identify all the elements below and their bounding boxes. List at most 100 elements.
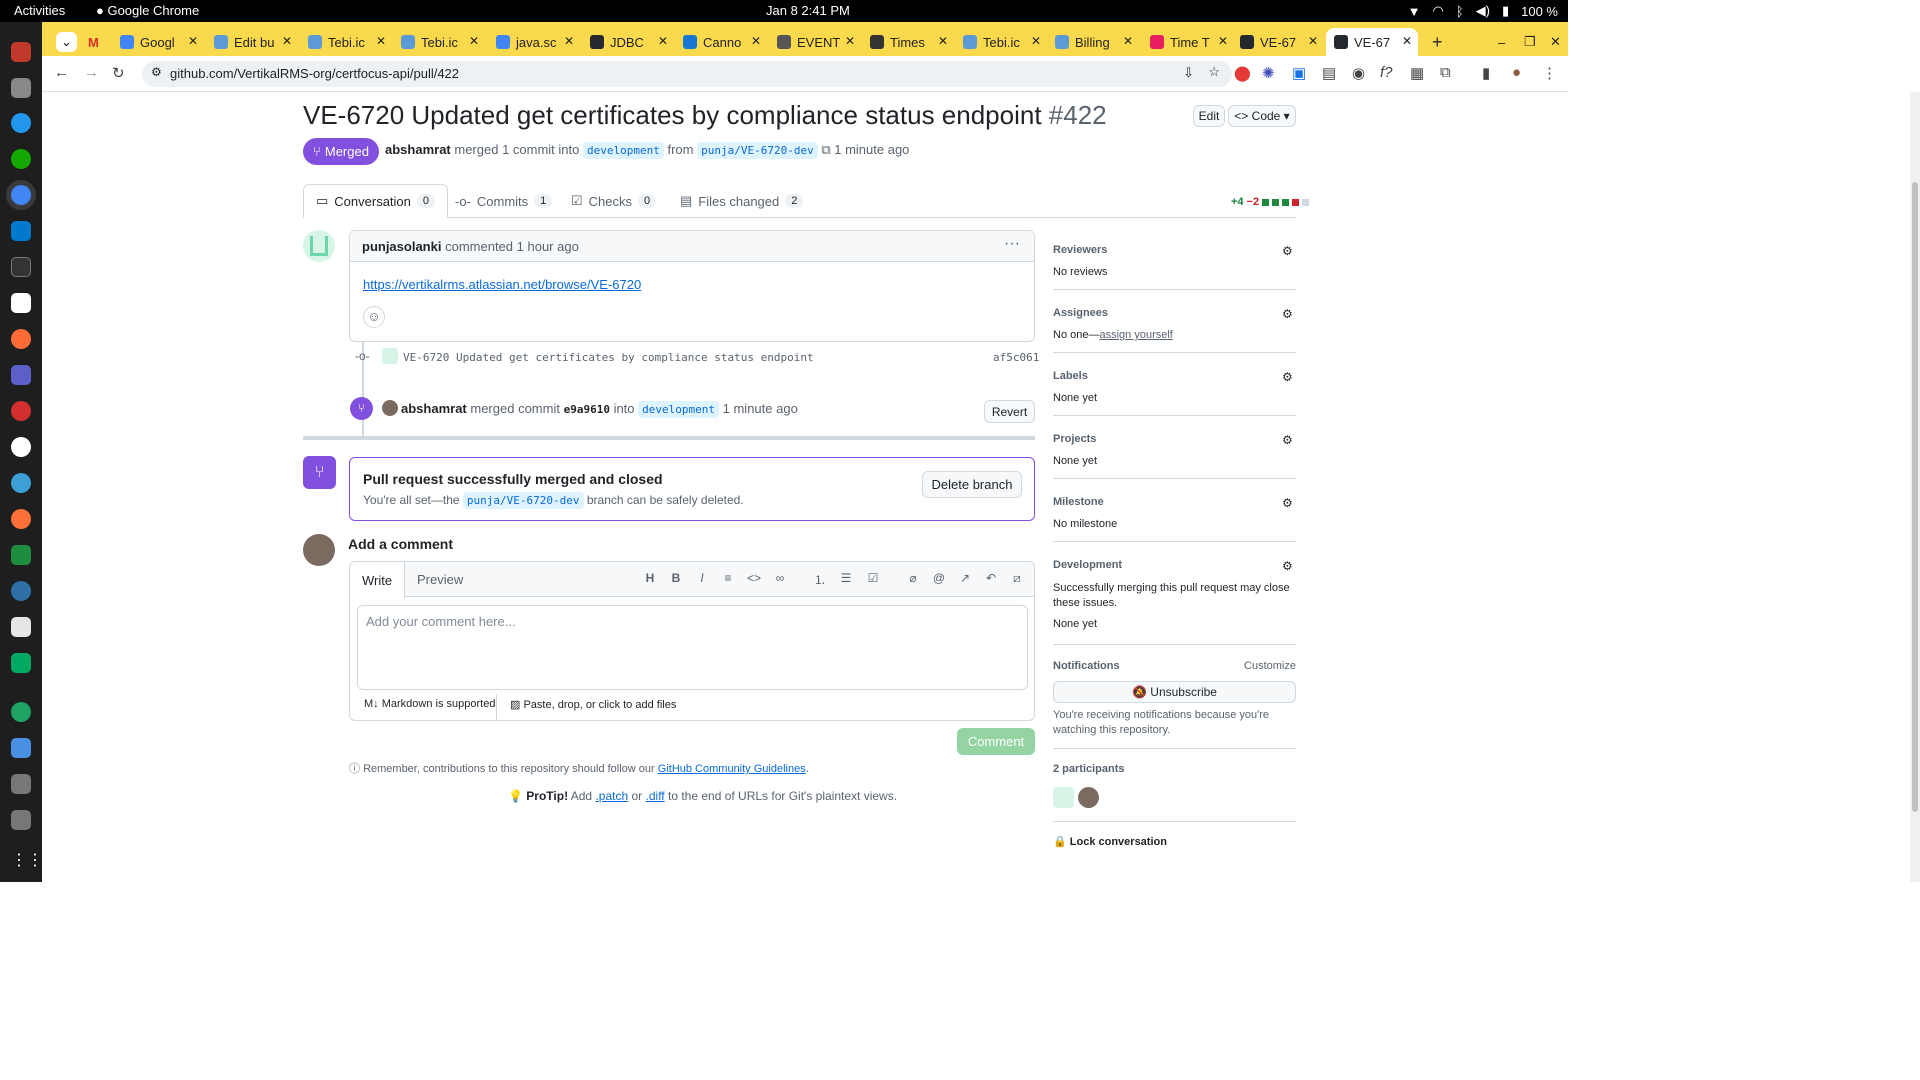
files-app-icon[interactable] <box>11 42 31 62</box>
activities-button[interactable]: Activities <box>14 3 65 18</box>
firefox-app-icon[interactable] <box>11 509 31 529</box>
scrollbar-thumb[interactable] <box>1912 182 1918 812</box>
comment-time[interactable]: 1 hour ago <box>517 239 579 254</box>
lock-conversation[interactable]: 🔒 Lock conversation <box>1053 835 1167 848</box>
code-icon[interactable]: <> <box>746 571 762 585</box>
app-icon-7[interactable] <box>11 738 31 758</box>
merge-commit-sha[interactable]: e9a9610 <box>564 403 610 416</box>
page-scrollbar[interactable] <box>1910 92 1920 882</box>
gear-icon[interactable]: ⚙ <box>1282 433 1296 447</box>
pr-merger-link[interactable]: abshamrat <box>385 142 451 157</box>
tab-checks[interactable]: ☑ Checks 0 <box>571 184 657 218</box>
markdown-note[interactable]: M↓ Markdown is supported <box>364 698 495 710</box>
tab-write[interactable]: Write <box>350 562 406 598</box>
text-editor-app-icon[interactable] <box>11 617 31 637</box>
quote-icon[interactable]: ≡ <box>720 571 736 585</box>
browser-tab[interactable]: Edit bu ✕ <box>206 28 298 56</box>
tab-search-button[interactable]: ⌄ <box>48 28 77 56</box>
head-branch[interactable]: punja/VE-6720-dev <box>697 142 818 159</box>
close-tab-icon[interactable]: ✕ <box>1031 34 1041 48</box>
reply-icon[interactable]: ↶ <box>983 571 999 585</box>
upwork-app-icon[interactable] <box>11 149 31 169</box>
close-tab-icon[interactable]: ✕ <box>282 34 292 48</box>
docker-app-icon[interactable] <box>11 113 31 133</box>
system-tray[interactable]: ▼ ◠ ᛒ ◀) ▮ 100 % <box>1408 3 1558 19</box>
diff-link[interactable]: .diff <box>646 789 665 803</box>
app-icon-2[interactable] <box>11 401 31 421</box>
commit-author-avatar[interactable] <box>382 348 398 364</box>
close-tab-icon[interactable]: ✕ <box>751 34 761 48</box>
extensions-puzzle-icon[interactable]: ⧉ <box>1440 64 1451 81</box>
chat-app-icon[interactable] <box>11 653 31 673</box>
active-app-name[interactable]: ● Google Chrome <box>96 3 199 18</box>
comment-textarea[interactable]: Add your comment here... <box>357 605 1028 690</box>
tab-commits[interactable]: -o- Commits 1 <box>455 184 553 218</box>
close-tab-icon[interactable]: ✕ <box>1123 34 1133 48</box>
install-app-icon[interactable]: ⇩ <box>1183 65 1194 81</box>
browser-tab[interactable]: java.sc ✕ <box>488 28 580 56</box>
close-tab-icon[interactable]: ✕ <box>376 34 386 48</box>
merge-event-author[interactable]: abshamrat <box>401 401 467 416</box>
patch-link[interactable]: .patch <box>595 789 628 803</box>
labels-label[interactable]: Labels <box>1053 370 1088 382</box>
close-tab-icon[interactable]: ✕ <box>1218 34 1228 48</box>
browser-tab[interactable]: VE-67 ✕ <box>1326 28 1418 56</box>
formula-extension-icon[interactable]: f? <box>1380 64 1393 81</box>
guidelines-link[interactable]: GitHub Community Guidelines <box>658 763 806 775</box>
slash-command-icon[interactable]: ⧄ <box>1009 571 1025 586</box>
minimize-button[interactable]: – <box>1490 28 1508 56</box>
spreadsheet-app-icon[interactable] <box>11 545 31 565</box>
gear-icon[interactable]: ⚙ <box>1282 244 1296 258</box>
browser-tab[interactable]: Times ✕ <box>862 28 954 56</box>
close-tab-icon[interactable]: ✕ <box>658 34 668 48</box>
browser-tab[interactable]: Tebi.ic ✕ <box>393 28 485 56</box>
attach-files[interactable]: ▨ Paste, drop, or click to add files <box>510 698 676 711</box>
development-label[interactable]: Development <box>1053 559 1122 571</box>
browser-tab[interactable]: Billing ✕ <box>1047 28 1139 56</box>
tab-gmail[interactable]: M <box>80 28 102 56</box>
gear-icon[interactable]: ⚙ <box>1282 559 1296 573</box>
extension-icon-1[interactable]: ✺ <box>1262 64 1275 82</box>
current-user-avatar[interactable] <box>303 534 335 566</box>
forward-icon[interactable]: → <box>84 64 99 81</box>
browser-tab[interactable]: Googl ✕ <box>112 28 204 56</box>
site-info-icon[interactable]: ⚙ <box>151 65 162 79</box>
assign-yourself-link[interactable]: assign yourself <box>1099 329 1172 341</box>
extension-icon-3[interactable]: ▦ <box>1410 64 1424 82</box>
projects-label[interactable]: Projects <box>1053 433 1096 445</box>
browser-tab[interactable]: Tebi.ic ✕ <box>300 28 392 56</box>
merge-box-branch[interactable]: punja/VE-6720-dev <box>462 492 584 509</box>
add-reaction-icon[interactable]: ☺ <box>363 306 385 328</box>
reviewers-label[interactable]: Reviewers <box>1053 244 1107 256</box>
chrome-app-icon[interactable] <box>11 185 31 205</box>
side-panel-icon[interactable]: ▮ <box>1482 64 1490 82</box>
app-icon-3[interactable] <box>11 437 31 457</box>
gear-icon[interactable]: ⚙ <box>1282 496 1296 510</box>
tab-conversation[interactable]: ▭ Conversation 0 <box>303 184 449 218</box>
merge-event-time[interactable]: 1 minute ago <box>723 401 798 416</box>
assignees-label[interactable]: Assignees <box>1053 307 1108 319</box>
close-tab-icon[interactable]: ✕ <box>469 34 479 48</box>
bookmark-star-icon[interactable]: ☆ <box>1208 64 1220 80</box>
address-bar[interactable]: ⚙ github.com/VertikalRMS-org/certfocus-a… <box>142 61 1232 87</box>
browser-tab[interactable]: JDBC ✕ <box>582 28 674 56</box>
close-tab-icon[interactable]: ✕ <box>1402 34 1412 48</box>
gear-icon[interactable]: ⚙ <box>1282 307 1296 321</box>
unsubscribe-button[interactable]: 🔕 Unsubscribe <box>1053 681 1296 703</box>
browser-tab[interactable]: Canno ✕ <box>675 28 767 56</box>
customize-link[interactable]: Customize <box>1244 660 1296 672</box>
app-icon-6[interactable] <box>11 702 31 722</box>
unordered-list-icon[interactable]: ☰ <box>838 571 854 585</box>
settings-app-icon[interactable] <box>11 78 31 98</box>
revert-button[interactable]: Revert <box>984 400 1035 423</box>
close-tab-icon[interactable]: ✕ <box>845 34 855 48</box>
adblock-extension-icon[interactable]: ⬤ <box>1234 64 1251 82</box>
browser-tab[interactable]: Tebi.ic ✕ <box>955 28 1047 56</box>
commit-sha[interactable]: af5c061 <box>993 351 1039 364</box>
browser-tab[interactable]: EVENT ✕ <box>769 28 861 56</box>
back-icon[interactable]: ← <box>54 64 69 81</box>
translate-extension-icon[interactable]: ▣ <box>1292 64 1306 82</box>
ssd-drive-icon[interactable] <box>11 774 31 794</box>
bold-icon[interactable]: B <box>668 571 684 585</box>
edit-title-button[interactable]: Edit <box>1193 105 1225 127</box>
